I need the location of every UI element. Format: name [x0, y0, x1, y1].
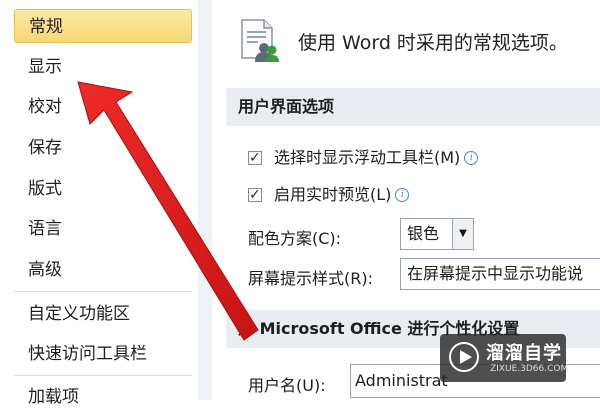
nav-item-general[interactable]: 常规 — [14, 9, 192, 43]
chevron-down-icon[interactable]: ▼ — [452, 219, 473, 249]
color-scheme-value: 银色 — [407, 224, 440, 243]
screentip-style-label: 屏幕提示样式(R): — [248, 269, 373, 288]
username-label: 用户名(U): — [248, 376, 326, 395]
watermark-badge: 溜溜自学 ZIXUE.3D66.COM — [440, 334, 569, 382]
page-description: 使用 Word 时采用的常规选项。 — [298, 32, 568, 54]
nav-divider — [14, 375, 192, 376]
nav-item-proofing[interactable]: 校对 — [14, 90, 192, 124]
panel-gutter — [198, 0, 212, 400]
info-icon[interactable]: i — [464, 151, 479, 165]
nav-divider — [14, 291, 192, 292]
live-preview-checkbox[interactable] — [248, 183, 262, 207]
nav-item-customize-ribbon[interactable]: 自定义功能区 — [14, 297, 192, 331]
nav-item-layout[interactable]: 版式 — [14, 172, 192, 206]
watermark-title: 溜溜自学 — [486, 343, 562, 364]
live-preview-label: 启用实时预览(L) — [274, 185, 392, 204]
live-preview-option[interactable]: 启用实时预览(L) i — [248, 183, 410, 207]
show-mini-toolbar-option[interactable]: 选择时显示浮动工具栏(M) i — [248, 146, 479, 170]
options-nav: 常规 显示 校对 保存 版式 语言 高级 自定义功能区 快速访问工具栏 加载项 — [0, 0, 199, 407]
nav-item-save[interactable]: 保存 — [14, 131, 192, 165]
color-scheme-select[interactable]: 银色 ▼ — [400, 218, 474, 250]
screentip-style-value: 在屏幕提示中显示功能说 — [407, 264, 584, 283]
show-mini-toolbar-label: 选择时显示浮动工具栏(M) — [274, 148, 461, 167]
color-scheme-label: 配色方案(C): — [248, 229, 342, 248]
username-value: Administrat — [355, 371, 448, 390]
ui-options-section-title: 用户界面选项 — [226, 88, 600, 126]
nav-item-quick-access-toolbar[interactable]: 快速访问工具栏 — [14, 337, 192, 371]
general-options-icon — [241, 19, 279, 62]
watermark-url: ZIXUE.3D66.COM — [490, 364, 569, 374]
nav-item-language[interactable]: 语言 — [14, 212, 192, 246]
info-icon[interactable]: i — [395, 188, 410, 202]
screentip-style-select[interactable]: 在屏幕提示中显示功能说 — [400, 258, 600, 290]
nav-item-add-ins[interactable]: 加载项 — [14, 380, 192, 414]
nav-item-display[interactable]: 显示 — [14, 50, 192, 84]
show-mini-toolbar-checkbox[interactable] — [248, 146, 262, 170]
play-logo-icon — [449, 342, 479, 372]
nav-item-advanced[interactable]: 高级 — [14, 253, 192, 287]
